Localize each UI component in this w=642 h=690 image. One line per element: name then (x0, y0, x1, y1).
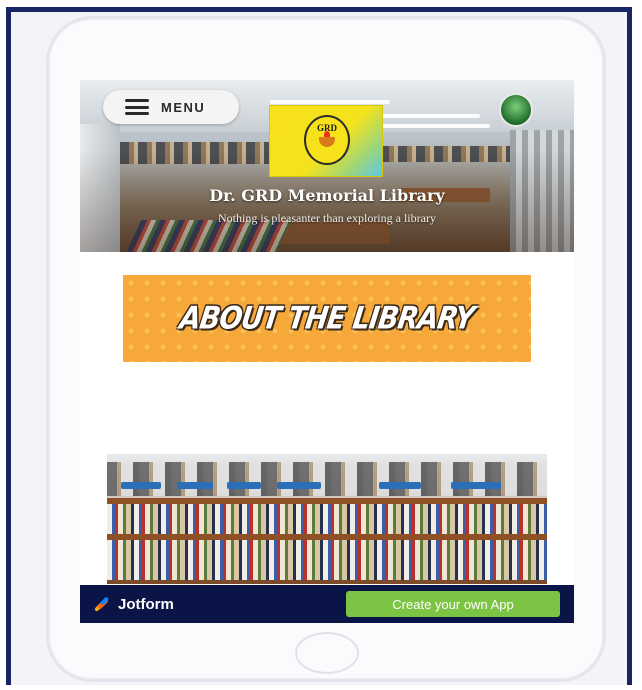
lamp-icon (319, 137, 335, 147)
app-screen: MENU GRD Dr. GRD Memorial Library Nothin… (80, 80, 574, 623)
shelf-sign (379, 482, 421, 489)
shelf-sign (177, 482, 213, 489)
shelf-books (107, 504, 547, 534)
menu-button[interactable]: MENU (103, 90, 239, 124)
logo-emblem: GRD (304, 115, 350, 165)
page-subtitle: Nothing is pleasanter than exploring a l… (218, 211, 436, 225)
jotform-footer-bar: Jotform Create your own App (80, 585, 574, 623)
shelf-sign (277, 482, 321, 489)
page-title: Dr. GRD Memorial Library (209, 186, 445, 205)
jotform-brand[interactable]: Jotform (118, 596, 174, 613)
library-logo: GRD (269, 105, 383, 177)
create-app-button[interactable]: Create your own App (346, 591, 560, 617)
about-banner-text: ABOUT THE LIBRARY (177, 300, 477, 337)
shelf-sign (451, 482, 501, 489)
hamburger-icon (125, 99, 149, 115)
phone-home-button (295, 632, 359, 674)
shelf-sign (121, 482, 161, 489)
shelf-books (107, 540, 547, 580)
menu-label: MENU (161, 99, 206, 115)
library-photo (107, 454, 547, 584)
shelf-sign (227, 482, 261, 489)
about-banner: ABOUT THE LIBRARY (123, 275, 531, 362)
jotform-logo-icon (94, 596, 110, 612)
hero-banner: MENU GRD Dr. GRD Memorial Library Nothin… (80, 80, 574, 252)
photo-back-shelves (107, 462, 547, 496)
avatar[interactable] (499, 93, 533, 127)
